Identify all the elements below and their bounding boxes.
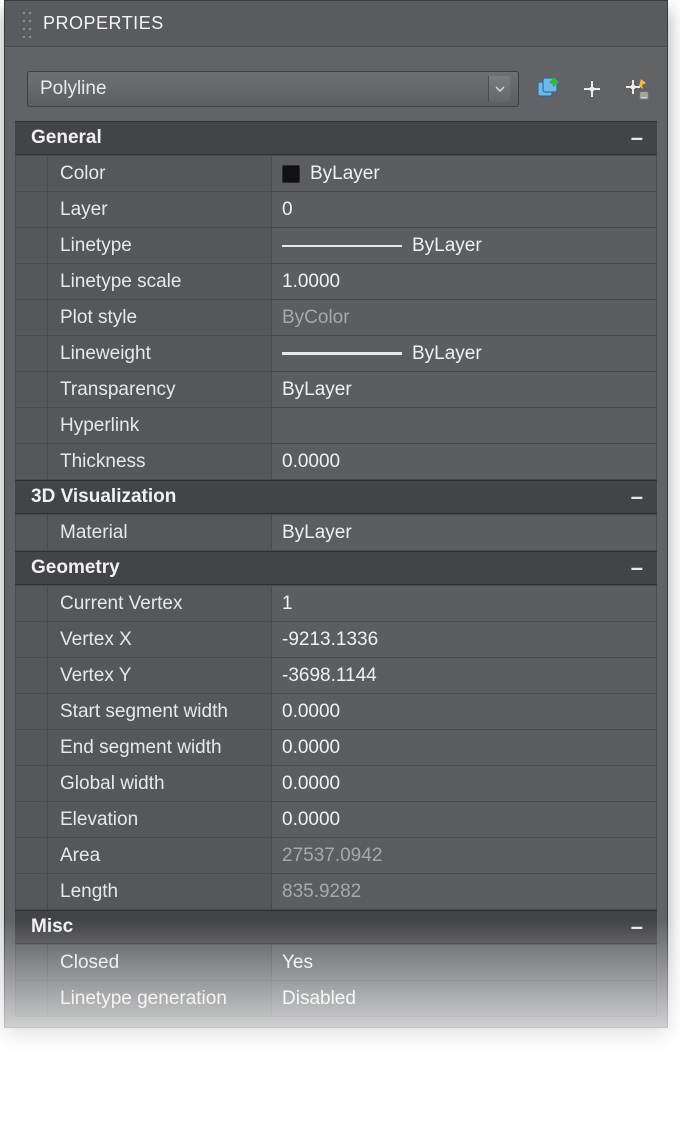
prop-value[interactable]: ByLayer xyxy=(272,372,656,407)
prop-label: Material xyxy=(48,515,272,550)
collapse-icon[interactable]: – xyxy=(631,555,643,581)
row-thickness[interactable]: Thickness 0.0000 xyxy=(16,443,656,479)
prop-label: Closed xyxy=(48,945,272,980)
prop-label: Layer xyxy=(48,192,272,227)
object-type-value: Polyline xyxy=(40,78,107,100)
collapse-icon[interactable]: – xyxy=(631,484,643,510)
section-title: 3D Visualization xyxy=(31,486,176,508)
section-title: Misc xyxy=(31,916,73,938)
prop-value[interactable]: Yes xyxy=(272,945,656,980)
prop-value: 835.9282 xyxy=(272,874,656,909)
row-end-seg-width[interactable]: End segment width 0.0000 xyxy=(16,729,656,765)
prop-value: 27537.0942 xyxy=(272,838,656,873)
row-area: Area 27537.0942 xyxy=(16,837,656,873)
row-elevation[interactable]: Elevation 0.0000 xyxy=(16,801,656,837)
prop-value[interactable]: Disabled xyxy=(272,981,656,1016)
prop-value[interactable]: -3698.1144 xyxy=(272,658,656,693)
collapse-icon[interactable]: – xyxy=(631,125,643,151)
section-rows-misc: Closed Yes Linetype generation Disabled xyxy=(15,944,657,1017)
prop-value[interactable]: ByLayer xyxy=(272,336,656,371)
prop-label: Area xyxy=(48,838,272,873)
row-vertex-x[interactable]: Vertex X -9213.1336 xyxy=(16,621,656,657)
prop-label: Linetype xyxy=(48,228,272,263)
prop-value[interactable]: 0.0000 xyxy=(272,730,656,765)
prop-value[interactable]: ByLayer xyxy=(272,156,656,191)
prop-value[interactable] xyxy=(272,408,656,443)
collapse-icon[interactable]: – xyxy=(631,914,643,940)
prop-value: ByColor xyxy=(272,300,656,335)
section-rows-geometry: Current Vertex 1 Vertex X -9213.1336 Ver… xyxy=(15,585,657,910)
prop-label: Lineweight xyxy=(48,336,272,371)
prop-value[interactable]: -9213.1336 xyxy=(272,622,656,657)
row-length: Length 835.9282 xyxy=(16,873,656,909)
prop-label: Transparency xyxy=(48,372,272,407)
section-header-general[interactable]: General – xyxy=(15,121,657,155)
prop-label: Color xyxy=(48,156,272,191)
prop-value[interactable]: 0 xyxy=(272,192,656,227)
linetype-preview-icon xyxy=(282,245,402,247)
row-layer[interactable]: Layer 0 xyxy=(16,191,656,227)
object-type-dropdown[interactable]: Polyline xyxy=(27,71,519,107)
row-current-vertex[interactable]: Current Vertex 1 xyxy=(16,585,656,621)
row-global-width[interactable]: Global width 0.0000 xyxy=(16,765,656,801)
prop-value[interactable]: 1 xyxy=(272,586,656,621)
prop-label: Linetype generation xyxy=(48,981,272,1016)
prop-value[interactable]: 0.0000 xyxy=(272,766,656,801)
row-plotstyle[interactable]: Plot style ByColor xyxy=(16,299,656,335)
color-swatch-icon xyxy=(282,165,300,183)
prop-label: Plot style xyxy=(48,300,272,335)
prop-label: Global width xyxy=(48,766,272,801)
section-rows-3dviz: Material ByLayer xyxy=(15,514,657,551)
prop-label: End segment width xyxy=(48,730,272,765)
quick-select-button[interactable] xyxy=(621,74,651,104)
prop-value[interactable]: 0.0000 xyxy=(272,444,656,479)
section-header-geometry[interactable]: Geometry – xyxy=(15,551,657,585)
row-linetype[interactable]: Linetype ByLayer xyxy=(16,227,656,263)
prop-label: Linetype scale xyxy=(48,264,272,299)
dropdown-arrow-icon[interactable] xyxy=(488,76,510,102)
section-header-misc[interactable]: Misc – xyxy=(15,910,657,944)
panel-title: PROPERTIES xyxy=(5,1,667,47)
prop-label: Elevation xyxy=(48,802,272,837)
drag-grip-icon[interactable] xyxy=(21,10,33,38)
row-ltgen[interactable]: Linetype generation Disabled xyxy=(16,980,656,1016)
prop-value[interactable]: 0.0000 xyxy=(272,694,656,729)
prop-value[interactable]: 0.0000 xyxy=(272,802,656,837)
row-material[interactable]: Material ByLayer xyxy=(16,514,656,550)
row-lineweight[interactable]: Lineweight ByLayer xyxy=(16,335,656,371)
toolbar: Polyline xyxy=(5,47,667,121)
prop-label: Thickness xyxy=(48,444,272,479)
select-objects-button[interactable] xyxy=(577,74,607,104)
properties-body: General – Color ByLayer Layer 0 Linetype xyxy=(5,121,667,1027)
row-start-seg-width[interactable]: Start segment width 0.0000 xyxy=(16,693,656,729)
row-vertex-y[interactable]: Vertex Y -3698.1144 xyxy=(16,657,656,693)
prop-value[interactable]: ByLayer xyxy=(272,515,656,550)
row-transparency[interactable]: Transparency ByLayer xyxy=(16,371,656,407)
prop-label: Vertex X xyxy=(48,622,272,657)
prop-label: Start segment width xyxy=(48,694,272,729)
prop-value[interactable]: ByLayer xyxy=(272,228,656,263)
row-ltscale[interactable]: Linetype scale 1.0000 xyxy=(16,263,656,299)
row-hyperlink[interactable]: Hyperlink xyxy=(16,407,656,443)
prop-label: Current Vertex xyxy=(48,586,272,621)
section-header-3dviz[interactable]: 3D Visualization – xyxy=(15,480,657,514)
lineweight-preview-icon xyxy=(282,352,402,355)
prop-value[interactable]: 1.0000 xyxy=(272,264,656,299)
prop-label: Length xyxy=(48,874,272,909)
prop-label: Vertex Y xyxy=(48,658,272,693)
panel-header: PROPERTIES xyxy=(5,1,667,47)
properties-panel: PROPERTIES Polyline xyxy=(4,0,668,1028)
row-closed[interactable]: Closed Yes xyxy=(16,944,656,980)
row-color[interactable]: Color ByLayer xyxy=(16,155,656,191)
prop-label: Hyperlink xyxy=(48,408,272,443)
toggle-pickadd-button[interactable] xyxy=(533,74,563,104)
section-title: General xyxy=(31,127,102,149)
section-rows-general: Color ByLayer Layer 0 Linetype ByLayer xyxy=(15,155,657,480)
section-title: Geometry xyxy=(31,557,120,579)
